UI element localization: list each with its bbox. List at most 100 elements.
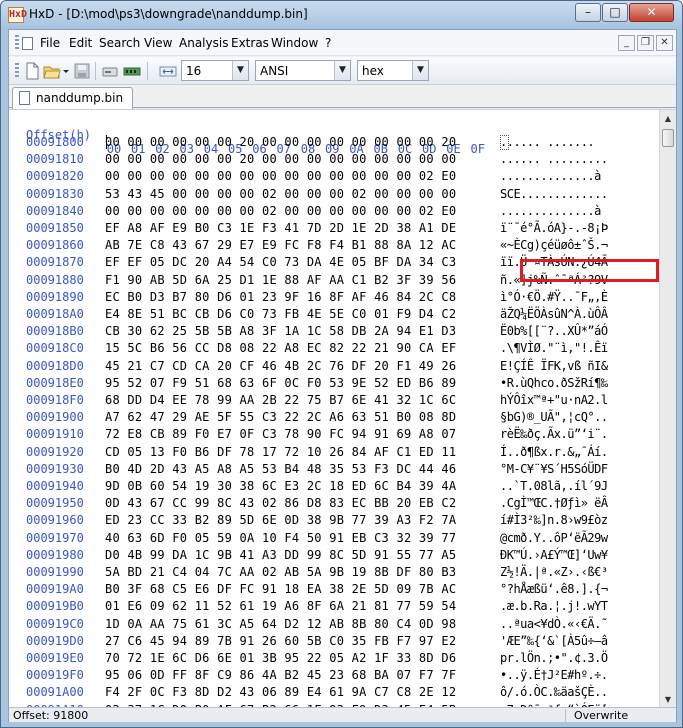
hex-row[interactable]: 00091900 A7 62 47 29 AE 5F 55 C3 22 2C A6… <box>9 410 659 426</box>
hex-row[interactable]: 000919F0 95 06 0D FF 8F C9 86 4A B2 45 23… <box>9 668 659 684</box>
row-hex-bytes[interactable]: 72 E8 CB 89 F0 E7 0F C3 78 90 FC 94 91 6… <box>105 427 456 441</box>
chevron-down-icon[interactable]: ▼ <box>232 61 248 80</box>
hex-row[interactable]: 00091A00 F4 2F 0C F3 8D D2 43 06 89 E4 61… <box>9 685 659 701</box>
tab-nanddump[interactable]: nanddump.bin <box>12 87 133 109</box>
new-file-icon[interactable] <box>23 62 41 80</box>
row-hex-bytes[interactable]: 00 00 00 00 00 00 00 00 00 00 00 00 00 0… <box>105 169 456 183</box>
row-hex-bytes[interactable]: 70 72 1E 6C D6 6E 01 3B 95 22 05 A2 1F 3… <box>105 651 456 665</box>
open-dropdown-icon[interactable] <box>61 62 71 80</box>
row-hex-bytes[interactable]: EF EF 05 DC 20 A4 54 C0 73 DA 4E 05 BF D… <box>105 255 456 269</box>
scroll-down-icon[interactable]: ▼ <box>660 691 676 707</box>
menu-extras[interactable]: Extras <box>231 36 269 50</box>
row-ascii-text[interactable]: äŽQ¼ËÖÀsûN^À.ùÔÂ <box>500 307 608 321</box>
hex-row[interactable]: 00091840 00 00 00 00 00 00 00 02 00 00 00… <box>9 204 659 220</box>
mdi-restore-button[interactable]: ❐ <box>637 35 654 51</box>
row-ascii-text[interactable]: ..`T.08lã,.íl´9J <box>500 479 608 493</box>
hex-row[interactable]: 000919B0 01 E6 09 62 11 52 61 19 A6 8F 6A… <box>9 599 659 615</box>
row-ascii-text[interactable]: í#Ì3²‰]n.8›w9£òz <box>500 513 608 527</box>
row-hex-bytes[interactable]: 00 00 00 00 00 00 20 00 00 00 00 00 00 0… <box>105 152 456 166</box>
row-hex-bytes[interactable]: 0D 43 67 CC 99 8C 43 02 86 D8 83 EC BB 2… <box>105 496 456 510</box>
row-hex-bytes[interactable]: D0 4B 99 DA 1C 9B 41 A3 DD 99 8C 5D 91 5… <box>105 548 456 562</box>
row-ascii-text[interactable]: §bG)®_UÃ",¦cQ°.. <box>500 410 608 424</box>
row-hex-bytes[interactable]: 68 DD D4 EE 78 99 AA 2B 22 75 B7 6E 41 3… <box>105 393 456 407</box>
row-hex-bytes[interactable]: 1D 0A AA 75 61 3C A5 64 D2 12 AB 8B 80 C… <box>105 617 456 631</box>
row-hex-bytes[interactable]: 15 5C B6 56 CC D8 08 22 A8 EC 82 22 21 9… <box>105 341 456 355</box>
hex-row[interactable]: 00091940 9D 0B 60 54 19 30 38 6C E3 2C 18… <box>9 479 659 495</box>
row-ascii-text[interactable]: ÐK™Ú.›A£Ý™Œ]‘Uw¥ <box>500 548 608 562</box>
save-icon[interactable] <box>73 62 91 80</box>
offset-base-select[interactable]: hex ▼ <box>357 60 429 81</box>
hex-row[interactable]: 00091930 B0 4D 2D 43 A5 A8 A5 53 B4 48 35… <box>9 462 659 478</box>
hex-row[interactable]: 000919C0 1D 0A AA 75 61 3C A5 64 D2 12 AB… <box>9 617 659 633</box>
vertical-scrollbar[interactable]: ▲ ▼ <box>659 110 676 707</box>
row-hex-bytes[interactable]: 40 63 6D F0 05 59 0A 10 F4 50 91 EB C3 3… <box>105 531 456 545</box>
charset-select[interactable]: ANSI ▼ <box>255 60 351 81</box>
row-ascii-text[interactable]: ...... ....... <box>500 135 608 149</box>
hex-row[interactable]: 00091990 5A BD 21 C4 04 7C AA 02 AB 5A 9B… <box>9 565 659 581</box>
mdi-minimize-button[interactable]: _ <box>618 35 635 51</box>
mdi-close-button[interactable]: ✕ <box>656 35 673 51</box>
row-ascii-text[interactable]: Z½!Ä.|ª.«Z›.‹ß€³ <box>500 565 608 579</box>
row-hex-bytes[interactable]: 00 00 00 00 00 00 00 02 00 00 00 00 00 0… <box>105 204 456 218</box>
scroll-up-icon[interactable]: ▲ <box>660 110 676 127</box>
row-hex-bytes[interactable]: 27 C6 45 94 89 7B 91 26 60 5B C0 35 FB F… <box>105 634 456 648</box>
menu-analysis[interactable]: Analysis <box>179 36 228 50</box>
row-hex-bytes[interactable]: EF A8 AF E9 B0 C3 1E F3 41 7D 2D 1E 2D 3… <box>105 221 456 235</box>
row-hex-bytes[interactable]: F1 90 AB 5D 6A 25 D1 1E 88 AF AA C1 B2 3… <box>105 273 456 287</box>
row-hex-bytes[interactable]: B0 3F 68 C5 E6 DF FC 91 18 EA 38 2E 5D 0… <box>105 582 456 596</box>
row-hex-bytes[interactable]: 01 E6 09 62 11 52 61 19 A6 8F 6A 21 81 7… <box>105 599 456 613</box>
bytes-per-row-select[interactable]: 16 ▼ <box>181 60 249 81</box>
scroll-thumb[interactable] <box>662 129 674 147</box>
hxd-app-icon[interactable]: HxD <box>8 7 27 23</box>
menu-edit[interactable]: Edit <box>69 36 92 50</box>
title-bar[interactable]: HxD HxD - [D:\mod\ps3\downgrade\nanddump… <box>1 1 682 29</box>
row-hex-bytes[interactable]: CB 30 62 25 5B 5B A8 3F 1A 1C 58 DB 2A 9… <box>105 324 456 338</box>
hex-row[interactable]: 00091960 ED 23 CC 33 B2 89 5D 6E 0D 38 9B… <box>9 513 659 529</box>
row-hex-bytes[interactable]: E4 8E 51 BC CB D6 C0 73 FB 4E 5E C0 01 F… <box>105 307 456 321</box>
row-ascii-text[interactable]: Ë0b%[[¨?..XÛ*”áÓ <box>500 324 608 338</box>
row-ascii-text[interactable]: @cmð.Y..ôP‘ëÃ29w <box>500 531 608 545</box>
menu-window[interactable]: Window <box>271 36 318 50</box>
row-ascii-text[interactable]: E!ÇÍÊ ÏFK,vß ñI& <box>500 359 608 373</box>
hex-row[interactable]: 000918D0 45 21 C7 CD CA 20 CF 46 4B 2C 76… <box>9 359 659 375</box>
hex-row[interactable]: 000918C0 15 5C B6 56 CC D8 08 22 A8 EC 82… <box>9 341 659 357</box>
row-ascii-text[interactable]: ..............à <box>500 169 601 183</box>
row-ascii-text[interactable]: .\¶VÌØ."¨ì‚"!.Êï <box>500 341 608 355</box>
row-ascii-text[interactable]: °M-C¥¨¥S´H5SóÜDF <box>500 462 608 476</box>
row-ascii-text[interactable]: .æ.b.Ra.¦.j!.wYT <box>500 599 608 613</box>
row-hex-bytes[interactable]: 53 43 45 00 00 00 00 02 00 00 00 02 00 0… <box>105 187 456 201</box>
row-ascii-text[interactable]: «~ÈCg)çéüøô±ˆŠ.¬ <box>500 238 608 252</box>
hex-row[interactable]: 000918F0 68 DD D4 EE 78 99 AA 2B 22 75 B7… <box>9 393 659 409</box>
row-hex-bytes[interactable]: 00 00 00 00 00 00 20 00 00 00 00 00 00 0… <box>105 135 456 149</box>
row-hex-bytes[interactable]: 95 52 07 F9 51 68 63 6F 0C F0 53 9E 52 E… <box>105 376 456 390</box>
hex-row[interactable]: 000918E0 95 52 07 F9 51 68 63 6F 0C F0 53… <box>9 376 659 392</box>
hex-row[interactable]: 00091970 40 63 6D F0 05 59 0A 10 F4 50 91… <box>9 531 659 547</box>
row-ascii-text[interactable]: ..............à <box>500 204 601 218</box>
menu-grip-icon[interactable] <box>15 35 19 51</box>
hex-row[interactable]: 00091980 D0 4B 99 DA 1C 9B 41 A3 DD 99 8C… <box>9 548 659 564</box>
toolbar-grip-icon[interactable] <box>15 63 19 79</box>
row-ascii-text[interactable]: ï¨¯é°Ã.óA}-.-8¡Þ <box>500 221 608 235</box>
row-hex-bytes[interactable]: ED 23 CC 33 B2 89 5D 6E 0D 38 9B 77 39 A… <box>105 513 456 527</box>
row-hex-bytes[interactable]: A7 62 47 29 AE 5F 55 C3 22 2C A6 63 51 B… <box>105 410 456 424</box>
row-hex-bytes[interactable]: 45 21 C7 CD CA 20 CF 46 4B 2C 76 DF 20 F… <box>105 359 456 373</box>
menu-help[interactable]: ? <box>325 36 331 50</box>
row-hex-bytes[interactable]: 95 06 0D FF 8F C9 86 4A B2 45 23 68 BA 0… <box>105 668 456 682</box>
row-ascii-text[interactable]: ì°Ó·€Ö.#Ÿ..¯F„,È <box>500 290 608 304</box>
row-ascii-text[interactable]: rèË‰ðç.Ãx.ü”‘i¨. <box>500 427 608 441</box>
hex-row[interactable]: 00091920 CD 05 13 F0 B6 DF 78 17 72 10 26… <box>9 445 659 461</box>
hex-row[interactable]: 00091860 AB 7E C8 43 67 29 E7 E9 FC F8 F4… <box>9 238 659 254</box>
chevron-down-icon[interactable]: ▼ <box>412 61 428 80</box>
document-icon[interactable] <box>22 37 33 50</box>
menu-file[interactable]: File <box>40 36 60 50</box>
hex-row[interactable]: 00091890 EC B0 D3 B7 80 D6 01 23 9F 16 8F… <box>9 290 659 306</box>
row-ascii-text[interactable]: •R.ùQhco.ðSžRí¶‰ <box>500 376 608 390</box>
chevron-down-icon[interactable]: ▼ <box>334 61 350 80</box>
row-hex-bytes[interactable]: 5A BD 21 C4 04 7C AA 02 AB 5A 9B 19 8B D… <box>105 565 456 579</box>
hex-row[interactable]: 00091910 72 E8 CB 89 F0 E7 0F C3 78 90 FC… <box>9 427 659 443</box>
ram-editor-icon[interactable] <box>123 62 141 80</box>
row-ascii-text[interactable]: SCE............. <box>500 187 608 201</box>
hex-row[interactable]: 00091950 0D 43 67 CC 99 8C 43 02 86 D8 83… <box>9 496 659 512</box>
columns-icon[interactable] <box>159 62 177 80</box>
hex-row[interactable]: 00091850 EF A8 AF E9 B0 C3 1E F3 41 7D 2D… <box>9 221 659 237</box>
